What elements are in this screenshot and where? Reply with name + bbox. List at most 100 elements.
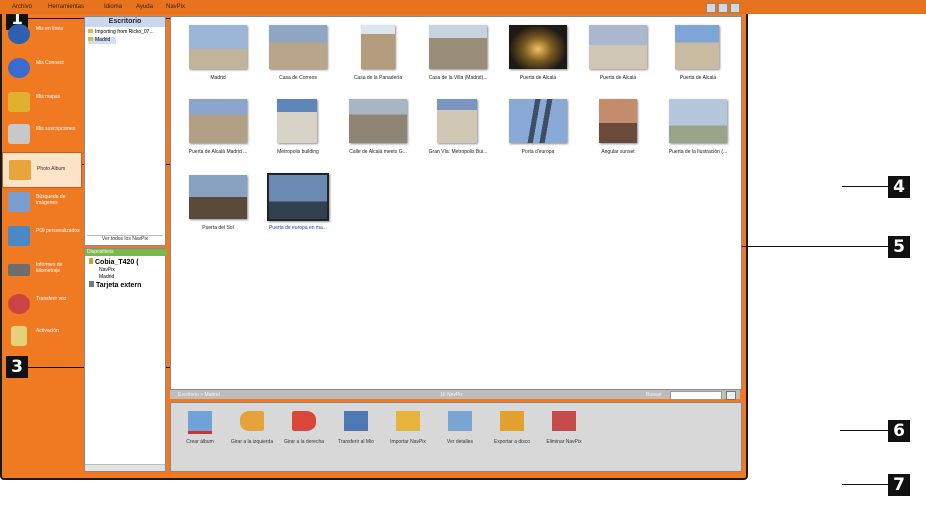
device-icon xyxy=(89,258,93,264)
photo-image xyxy=(189,25,247,69)
menu-herramientas[interactable]: Herramientas xyxy=(48,4,84,10)
map-icon xyxy=(8,92,30,112)
subscriptions-icon xyxy=(8,124,30,144)
photo-thumbnail[interactable]: Puerta de Alcalá xyxy=(503,25,573,87)
sidebar-item-mis-en-linea[interactable]: Mis en línea xyxy=(2,20,80,50)
delete-navpix-icon xyxy=(552,411,576,431)
sidebar-item-mis-suscripciones[interactable]: Mis suscripciones xyxy=(2,120,80,150)
sidebar-item-informes-kilometraje[interactable]: Informes de kilometraje xyxy=(2,256,80,286)
app-window: Archivo Herramientas Idioma Ayuda NavPix… xyxy=(0,0,926,480)
photo-thumbnail[interactable]: Puerta de la Ilustración (... xyxy=(663,99,733,161)
menu-archivo[interactable]: Archivo xyxy=(12,4,32,10)
menu-navpix[interactable]: NavPix xyxy=(166,4,185,10)
photo-caption: Casa de Correos xyxy=(279,75,317,81)
photo-thumbnail[interactable]: Puerta de Alcalá Madrid ... xyxy=(183,99,253,161)
photo-image xyxy=(267,173,329,221)
sidebar-item-label: Mis Connect xyxy=(36,60,64,66)
toolbar-label: Girar a la izquierda xyxy=(230,439,274,445)
photo-caption: Angular sunset xyxy=(601,149,635,155)
photo-thumbnail[interactable]: Calle de Alcalá meets G... xyxy=(343,99,413,161)
photo-thumbnail[interactable]: Gran Vía: Metropolis Bui... xyxy=(423,99,493,161)
photo-thumbnail[interactable]: Madrid xyxy=(183,25,253,87)
photo-thumbnail[interactable]: Casa de Correos xyxy=(263,25,333,87)
menu-bar: Archivo Herramientas Idioma Ayuda NavPix xyxy=(0,0,926,14)
rotate-left-button[interactable]: Girar a la izquierda xyxy=(227,409,277,465)
photo-caption: Puerta de europa en ma... xyxy=(268,225,328,231)
photo-thumbnail[interactable]: Puerta de Alcalá xyxy=(663,25,733,87)
sidebar-item-poi[interactable]: POI personalizados xyxy=(2,222,80,252)
toolbar-label: Crear álbum xyxy=(186,439,214,445)
photo-caption: Puerta de Alcalá xyxy=(519,75,557,81)
folder-icon xyxy=(88,29,93,33)
sidebar-item-label: Photo Album xyxy=(37,166,66,172)
export-to-disk-button[interactable]: Exportar a disco xyxy=(487,409,537,465)
photo-thumbnail[interactable]: Porta d'europa xyxy=(503,99,573,161)
menu-ayuda[interactable]: Ayuda xyxy=(136,4,153,10)
photo-thumbnail[interactable]: Puerta de Alcalá xyxy=(583,25,653,87)
sidebar-item-mis-connect[interactable]: Mis Connect xyxy=(2,54,80,84)
sidebar-item-label: POI personalizados xyxy=(36,228,80,234)
tree-item-memory-card[interactable]: Tarjeta extern xyxy=(89,281,141,289)
view-details-icon xyxy=(448,411,472,431)
callout-5: 5 xyxy=(888,236,910,258)
sidebar-item-transferir-voz[interactable]: Transferir voz xyxy=(2,290,80,320)
photo-thumbnail[interactable]: Puerta del Sol xyxy=(183,175,253,237)
photo-caption: Puerta de Alcalá xyxy=(679,75,717,81)
rotate-right-button[interactable]: Girar a la derecha xyxy=(279,409,329,465)
view-all-navpix-link[interactable]: Ver todos los NavPix xyxy=(87,235,163,244)
tree-item-madrid[interactable]: Madrid xyxy=(99,274,114,280)
export-to-disk-icon xyxy=(500,411,524,431)
import-navpix-icon xyxy=(396,411,420,431)
photo-thumbnail-selected[interactable]: Puerta de europa en ma... xyxy=(263,173,333,237)
horizontal-scrollbar[interactable] xyxy=(85,464,165,471)
photo-caption: Calle de Alcalá meets G... xyxy=(349,149,407,155)
photo-caption: Puerta de Alcalá Madrid ... xyxy=(188,149,248,155)
photo-image xyxy=(189,99,247,143)
photo-image xyxy=(189,175,247,219)
search-button[interactable] xyxy=(726,391,736,400)
maximize-button[interactable] xyxy=(718,3,728,13)
transfer-to-mio-button[interactable]: Transferir al Mio xyxy=(331,409,381,465)
globe-icon xyxy=(8,24,30,44)
sidebar-item-busqueda-imagenes[interactable]: Búsqueda de imágenes xyxy=(2,188,80,218)
sidebar-item-label: Transferir voz xyxy=(36,296,67,302)
photo-thumbnail[interactable]: Metropolis building xyxy=(263,99,333,161)
sidebar-item-label: Mis suscripciones xyxy=(36,126,76,132)
folder-panel-title: Escritorio xyxy=(85,17,165,27)
sidebar-item-photo-album[interactable]: Photo Album xyxy=(2,152,82,188)
menu-idioma[interactable]: Idioma xyxy=(104,4,122,10)
tree-item-label: Cobia_T420 ( xyxy=(95,259,139,266)
create-album-button[interactable]: Crear álbum xyxy=(175,409,225,465)
photo-image xyxy=(599,99,637,143)
photo-gallery: Madrid Casa de Correos Casa de la Panade… xyxy=(170,16,742,390)
folder-item-selected[interactable]: Madrid xyxy=(88,37,116,44)
photo-image xyxy=(277,99,317,143)
photo-image xyxy=(589,25,647,69)
sidebar-item-label: Mis en línea xyxy=(36,26,63,32)
photo-caption: Madrid xyxy=(210,75,226,81)
sidebar-item-mis-mapas[interactable]: Mis mapas xyxy=(2,88,80,118)
photo-thumbnail[interactable]: Casa de la Villa (Madrid)... xyxy=(423,25,493,87)
poi-icon xyxy=(8,226,30,246)
tree-item-device[interactable]: Cobia_T420 ( xyxy=(89,258,139,266)
minimize-button[interactable] xyxy=(706,3,716,13)
rotate-left-icon xyxy=(240,411,264,431)
photo-caption: Puerta de la Ilustración (... xyxy=(668,149,728,155)
device-tree-title: Dispositivos xyxy=(85,249,167,256)
import-navpix-button[interactable]: Importar NavPix xyxy=(383,409,433,465)
breadcrumb: Escritorio > Madrid xyxy=(178,392,220,398)
search-input[interactable] xyxy=(670,391,722,400)
folder-item[interactable]: Importing from Ricko_07... xyxy=(88,29,164,36)
photo-thumbnail[interactable]: Casa de la Panadería xyxy=(343,25,413,87)
view-details-button[interactable]: Ver detalles xyxy=(435,409,485,465)
folder-icon xyxy=(88,37,93,41)
folder-item-label: Importing from Ricko_07... xyxy=(95,29,154,35)
photo-thumbnail[interactable]: Angular sunset xyxy=(583,99,653,161)
sidebar-item-activacion[interactable]: Activación xyxy=(2,322,80,352)
photo-image xyxy=(509,99,567,143)
delete-navpix-button[interactable]: Eliminar NavPix xyxy=(539,409,589,465)
tree-item-navpix[interactable]: NavPix xyxy=(99,267,115,273)
transfer-to-mio-icon xyxy=(344,411,368,431)
close-button[interactable] xyxy=(730,3,740,13)
callout-6-line xyxy=(840,430,888,431)
